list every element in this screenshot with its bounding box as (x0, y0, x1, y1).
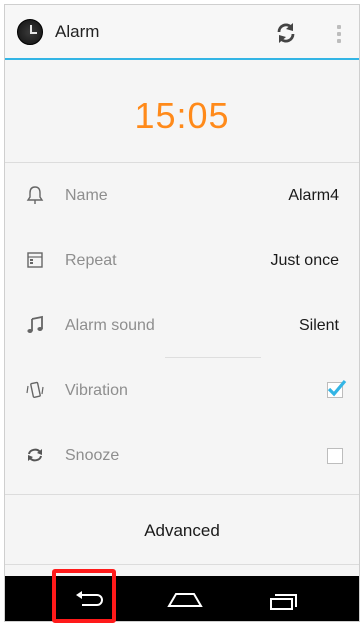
snooze-checkbox[interactable] (327, 448, 343, 464)
setting-value: Alarm4 (288, 187, 339, 204)
setting-row-name[interactable]: Name Alarm4 (5, 163, 359, 228)
alarm-clock-icon[interactable] (17, 19, 43, 45)
setting-label: Alarm sound (65, 317, 155, 334)
back-button-highlight (52, 569, 116, 623)
vibration-icon (26, 381, 44, 398)
setting-row-repeat[interactable]: Repeat Just once (5, 228, 359, 293)
overflow-menu-button[interactable] (329, 18, 349, 48)
refresh-icon (277, 23, 295, 43)
refresh-button[interactable] (271, 18, 301, 48)
setting-row-alarm-sound[interactable]: Alarm sound Silent (5, 293, 359, 358)
setting-row-vibration[interactable]: Vibration (5, 358, 359, 423)
time-display[interactable]: 15:05 (5, 62, 359, 162)
setting-value: Just once (270, 252, 339, 269)
setting-row-snooze[interactable]: Snooze (5, 423, 359, 488)
advanced-label: Advanced (144, 521, 220, 540)
setting-value: Silent (298, 317, 339, 334)
home-icon (167, 593, 203, 607)
divider (5, 564, 359, 565)
checkmark-icon (327, 379, 347, 397)
home-button[interactable] (157, 576, 213, 621)
vibration-checkbox[interactable] (327, 379, 347, 398)
setting-label: Vibration (65, 382, 128, 399)
alarm-screen: Alarm 15:05 Name Alarm4 Repeat Just once… (4, 4, 360, 622)
divider (5, 494, 359, 495)
advanced-button[interactable]: Advanced (5, 499, 359, 563)
setting-label: Name (65, 187, 108, 204)
recents-icon (270, 594, 297, 610)
bell-icon (26, 186, 44, 204)
alarm-time[interactable]: 15:05 (5, 95, 359, 137)
setting-label: Repeat (65, 252, 117, 269)
music-note-icon (27, 315, 43, 333)
calendar-icon (27, 252, 43, 268)
snooze-icon (28, 448, 42, 462)
recents-button[interactable] (259, 576, 315, 621)
setting-label: Snooze (65, 447, 120, 464)
action-bar: Alarm (5, 5, 359, 60)
app-title: Alarm (55, 22, 100, 41)
